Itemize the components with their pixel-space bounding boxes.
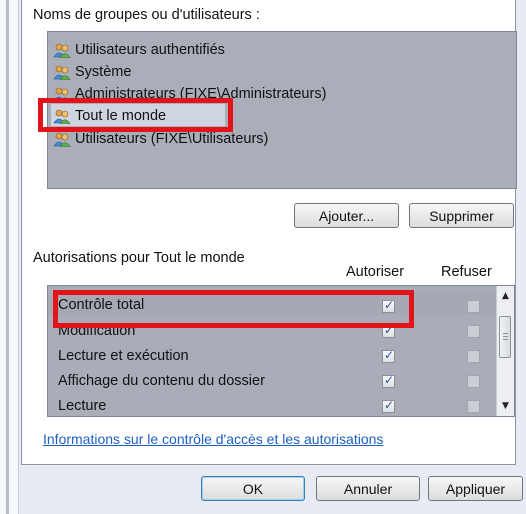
- users-section-title: Noms de groupes ou d'utilisateurs :: [33, 7, 260, 23]
- permission-label: Affichage du contenu du dossier: [58, 372, 265, 389]
- deny-checkbox[interactable]: [467, 375, 480, 388]
- add-button[interactable]: Ajouter...: [294, 203, 399, 228]
- permission-row: Lecture: [58, 393, 106, 418]
- deny-checkbox[interactable]: [467, 325, 480, 338]
- allow-column-header: Autoriser: [346, 264, 405, 280]
- user-item-label: Utilisateurs (FIXE\Utilisateurs): [75, 131, 269, 147]
- permission-label: Lecture: [58, 397, 107, 414]
- selection-highlight-annotation: [38, 98, 233, 132]
- scroll-down-arrow-icon[interactable]: ▼: [497, 398, 514, 414]
- permissions-section-title: Autorisations pour Tout le monde: [33, 250, 245, 266]
- permissions-dialog: Noms de groupes ou d'utilisateurs : Util…: [19, 0, 526, 514]
- deny-column-header: Refuser: [441, 264, 492, 280]
- list-item[interactable]: Utilisateurs authentifiés: [53, 39, 225, 61]
- users-group-icon: [53, 43, 71, 58]
- scrollbar-thumb[interactable]: [499, 316, 511, 358]
- users-group-icon: [53, 132, 71, 147]
- permission-row: Affichage du contenu du dossier: [58, 368, 265, 393]
- security-panel: Noms de groupes ou d'utilisateurs : Util…: [21, 0, 517, 465]
- deny-checkbox[interactable]: [467, 400, 480, 413]
- remove-button[interactable]: Supprimer: [409, 203, 514, 228]
- grip-line: [503, 339, 508, 340]
- permission-label: Lecture et exécution: [58, 347, 189, 364]
- cancel-button[interactable]: Annuler: [316, 476, 420, 501]
- deny-checkbox[interactable]: [467, 300, 480, 313]
- allow-checkbox[interactable]: [382, 373, 395, 388]
- user-item-label: Utilisateurs authentifiés: [75, 42, 225, 58]
- allow-checkbox[interactable]: [382, 398, 395, 413]
- permission-highlight-annotation: [53, 290, 414, 328]
- deny-checkbox[interactable]: [467, 350, 480, 363]
- users-group-icon: [53, 65, 71, 80]
- ok-button[interactable]: OK: [201, 476, 305, 501]
- permission-row: Lecture et exécution: [58, 343, 189, 368]
- scroll-up-arrow-icon[interactable]: ▲: [497, 288, 514, 304]
- allow-checkbox[interactable]: [382, 348, 395, 363]
- list-item[interactable]: Système: [53, 61, 131, 83]
- access-control-help-link[interactable]: Informations sur le contrôle d'accès et …: [43, 431, 383, 447]
- grip-line: [503, 333, 508, 334]
- permissions-scrollbar[interactable]: ▲ ▼: [496, 286, 514, 416]
- apply-button[interactable]: Appliquer: [428, 476, 523, 501]
- grip-line: [503, 336, 508, 337]
- user-item-label: Système: [75, 64, 132, 80]
- background-window-edge: [0, 0, 19, 514]
